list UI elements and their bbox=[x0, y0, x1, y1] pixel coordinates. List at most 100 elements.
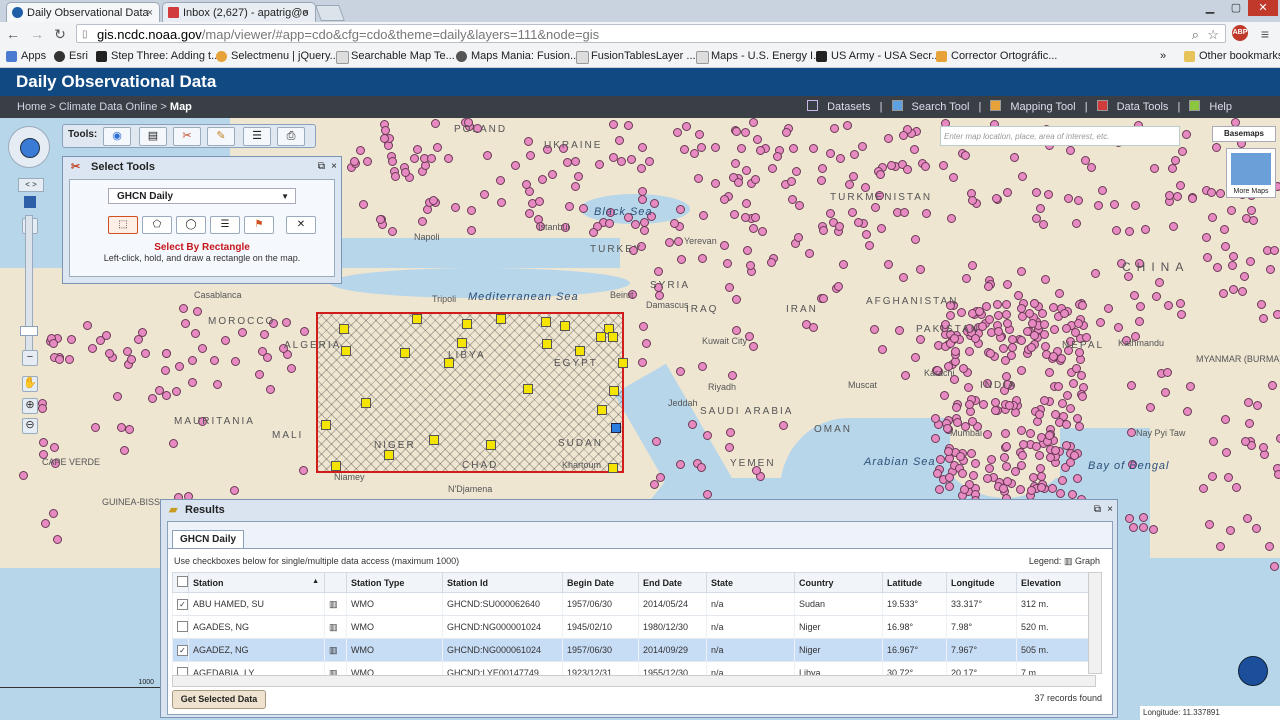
station-marker[interactable] bbox=[1112, 226, 1121, 235]
station-marker[interactable] bbox=[939, 161, 948, 170]
select-list-button[interactable]: ☰ bbox=[210, 216, 240, 234]
station-marker[interactable] bbox=[1125, 227, 1134, 236]
station-marker[interactable] bbox=[870, 325, 879, 334]
station-marker[interactable] bbox=[483, 151, 492, 160]
station-marker[interactable] bbox=[1253, 401, 1262, 410]
station-marker[interactable] bbox=[1041, 342, 1050, 351]
station-marker[interactable] bbox=[53, 535, 62, 544]
selected-station-marker[interactable] bbox=[496, 314, 506, 324]
station-marker[interactable] bbox=[1203, 253, 1212, 262]
station-marker[interactable] bbox=[388, 157, 397, 166]
select-polygon-button[interactable]: ⬠ bbox=[142, 216, 172, 234]
horizontal-scrollbar[interactable] bbox=[172, 675, 1096, 687]
adblock-icon[interactable]: ABP bbox=[1232, 25, 1248, 41]
station-marker[interactable] bbox=[1072, 219, 1081, 228]
station-marker[interactable] bbox=[535, 197, 544, 206]
station-marker[interactable] bbox=[950, 334, 959, 343]
close-tab-icon[interactable]: × bbox=[303, 3, 309, 22]
station-marker[interactable] bbox=[579, 204, 588, 213]
layers-tool-icon[interactable]: ▤ bbox=[139, 127, 167, 146]
station-marker[interactable] bbox=[845, 180, 854, 189]
station-marker[interactable] bbox=[1177, 310, 1186, 319]
station-marker[interactable] bbox=[127, 355, 136, 364]
station-marker[interactable] bbox=[1139, 513, 1148, 522]
station-marker[interactable] bbox=[88, 344, 97, 353]
station-marker[interactable] bbox=[388, 227, 397, 236]
station-marker[interactable] bbox=[742, 166, 751, 175]
station-marker[interactable] bbox=[1096, 318, 1105, 327]
forward-icon[interactable]: → bbox=[28, 25, 46, 43]
station-marker[interactable] bbox=[850, 150, 859, 159]
station-marker[interactable] bbox=[971, 334, 980, 343]
station-marker[interactable] bbox=[1249, 216, 1258, 225]
station-marker[interactable] bbox=[1030, 331, 1039, 340]
station-marker[interactable] bbox=[986, 349, 995, 358]
station-marker[interactable] bbox=[952, 403, 961, 412]
station-marker[interactable] bbox=[983, 430, 992, 439]
station-marker[interactable] bbox=[743, 246, 752, 255]
station-marker[interactable] bbox=[1032, 214, 1041, 223]
minimize-icon[interactable]: ▁ bbox=[1196, 0, 1224, 16]
station-marker[interactable] bbox=[120, 446, 129, 455]
station-marker[interactable] bbox=[538, 175, 547, 184]
station-marker[interactable] bbox=[694, 174, 703, 183]
station-marker[interactable] bbox=[263, 353, 272, 362]
station-marker[interactable] bbox=[737, 144, 746, 153]
station-marker[interactable] bbox=[836, 154, 845, 163]
list-tool-icon[interactable]: ☰ bbox=[243, 127, 271, 146]
station-marker[interactable] bbox=[949, 173, 958, 182]
station-marker[interactable] bbox=[1017, 426, 1026, 435]
station-marker[interactable] bbox=[1139, 523, 1148, 532]
station-marker[interactable] bbox=[945, 482, 954, 491]
station-marker[interactable] bbox=[751, 175, 760, 184]
station-marker[interactable] bbox=[1057, 354, 1066, 363]
station-marker[interactable] bbox=[826, 149, 835, 158]
station-marker[interactable] bbox=[148, 394, 157, 403]
station-marker[interactable] bbox=[609, 120, 618, 129]
station-marker[interactable] bbox=[962, 274, 971, 283]
station-marker[interactable] bbox=[1135, 317, 1144, 326]
station-marker[interactable] bbox=[703, 490, 712, 499]
station-marker[interactable] bbox=[835, 222, 844, 231]
station-marker[interactable] bbox=[921, 162, 930, 171]
station-marker[interactable] bbox=[1037, 483, 1046, 492]
station-marker[interactable] bbox=[723, 259, 732, 268]
station-marker[interactable] bbox=[55, 355, 64, 364]
station-marker[interactable] bbox=[940, 391, 949, 400]
station-marker[interactable] bbox=[638, 358, 647, 367]
selected-station-marker[interactable] bbox=[560, 321, 570, 331]
station-marker[interactable] bbox=[1252, 524, 1261, 533]
station-marker[interactable] bbox=[376, 215, 385, 224]
selected-station-marker[interactable] bbox=[339, 324, 349, 334]
station-marker[interactable] bbox=[1019, 440, 1028, 449]
station-marker[interactable] bbox=[188, 356, 197, 365]
selected-station-marker[interactable] bbox=[597, 405, 607, 415]
station-marker[interactable] bbox=[1029, 473, 1038, 482]
station-marker[interactable] bbox=[1058, 476, 1067, 485]
station-marker[interactable] bbox=[1026, 429, 1035, 438]
column-header-end-date[interactable]: End Date bbox=[638, 572, 707, 593]
station-marker[interactable] bbox=[782, 128, 791, 137]
station-marker[interactable] bbox=[1002, 310, 1011, 319]
station-marker[interactable] bbox=[1176, 181, 1185, 190]
station-marker[interactable] bbox=[665, 238, 674, 247]
station-marker[interactable] bbox=[968, 196, 977, 205]
station-marker[interactable] bbox=[1066, 404, 1075, 413]
station-marker[interactable] bbox=[1238, 287, 1247, 296]
station-marker[interactable] bbox=[1110, 200, 1119, 209]
station-marker[interactable] bbox=[670, 219, 679, 228]
station-marker[interactable] bbox=[1016, 485, 1025, 494]
station-marker[interactable] bbox=[749, 118, 758, 127]
selected-station-marker[interactable] bbox=[384, 450, 394, 460]
station-marker[interactable] bbox=[480, 190, 489, 199]
station-marker[interactable] bbox=[795, 201, 804, 210]
station-marker[interactable] bbox=[758, 227, 767, 236]
station-marker[interactable] bbox=[645, 157, 654, 166]
close-window-icon[interactable]: ✕ bbox=[1248, 0, 1278, 16]
tab-ghcn-daily[interactable]: GHCN Daily bbox=[172, 530, 244, 549]
station-marker[interactable] bbox=[350, 157, 359, 166]
identify-tool-icon[interactable]: ◉ bbox=[103, 127, 131, 146]
station-marker[interactable] bbox=[768, 164, 777, 173]
station-marker[interactable] bbox=[1125, 514, 1134, 523]
station-marker[interactable] bbox=[1003, 477, 1012, 486]
